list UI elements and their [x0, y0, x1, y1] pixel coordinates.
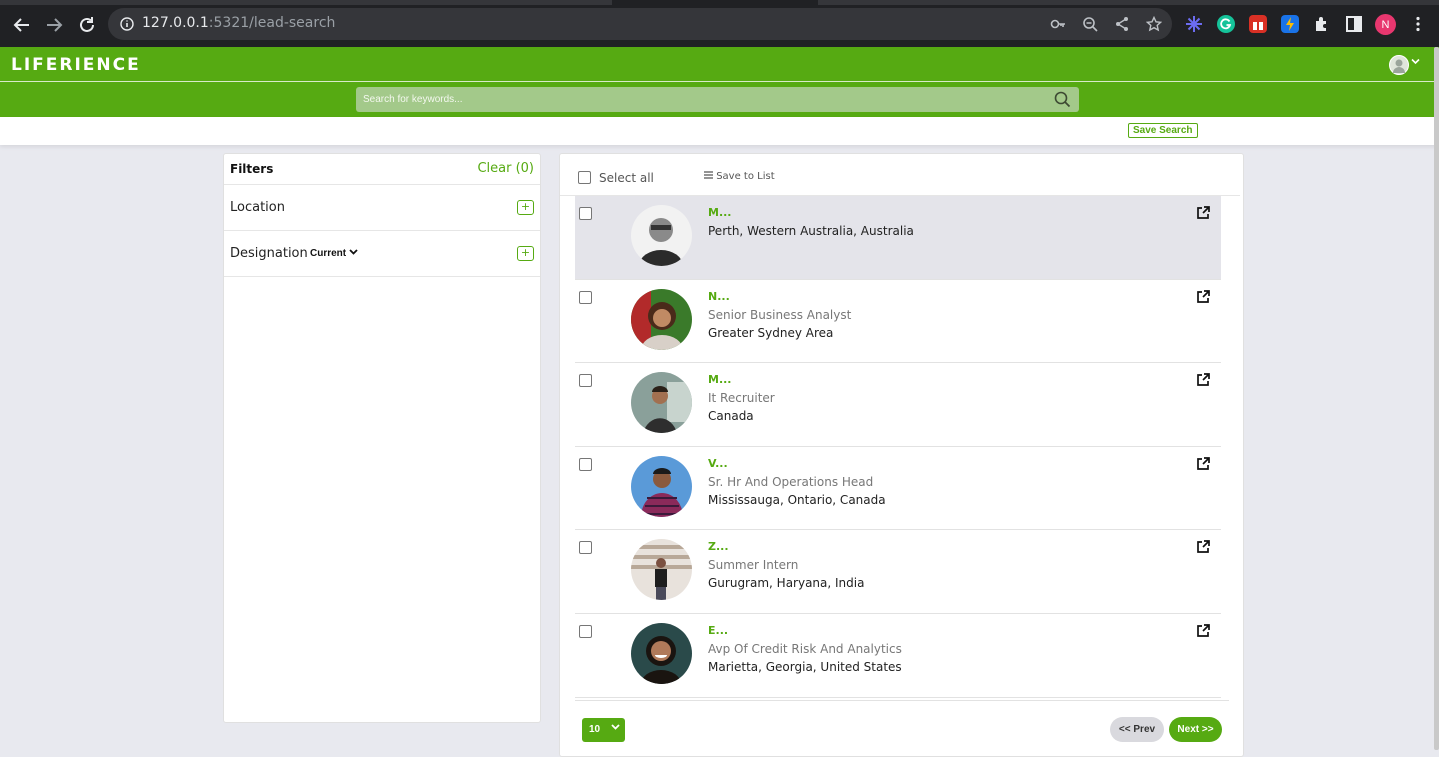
search-bar [356, 87, 1079, 112]
external-link-icon[interactable] [1195, 205, 1211, 221]
save-search-button[interactable]: Save Search [1128, 123, 1198, 138]
lead-photo [631, 205, 692, 266]
lead-name[interactable]: Z... [708, 540, 729, 553]
chevron-down-icon[interactable] [1411, 57, 1420, 69]
lead-name[interactable]: V... [708, 457, 728, 470]
active-tab[interactable] [612, 0, 818, 5]
chevron-down-icon [349, 249, 358, 255]
lead-name[interactable]: N... [708, 290, 730, 303]
add-designation-button[interactable]: + [517, 246, 534, 261]
lead-row[interactable]: M... Perth, Western Australia, Australia [575, 196, 1221, 280]
bookmark-star-icon[interactable] [1146, 16, 1162, 32]
lead-location: Gurugram, Haryana, India [708, 576, 865, 591]
external-link-icon[interactable] [1195, 539, 1211, 555]
lead-checkbox[interactable] [579, 541, 592, 555]
lead-checkbox[interactable] [579, 290, 592, 304]
lead-title: Summer Intern [708, 558, 799, 573]
lead-location: Greater Sydney Area [708, 325, 834, 340]
search-icon[interactable] [1054, 91, 1071, 108]
extensions-puzzle-icon[interactable] [1313, 15, 1331, 33]
lead-title: Senior Business Analyst [708, 307, 852, 322]
lead-title: It Recruiter [708, 391, 775, 406]
url-text[interactable]: 127.0.0.1:5321/lead-search [142, 15, 335, 31]
page-scrollbar[interactable] [1434, 47, 1439, 750]
lead-photo [631, 372, 692, 434]
prev-page-button[interactable]: << Prev [1110, 717, 1164, 742]
user-avatar[interactable] [1389, 55, 1409, 75]
lead-checkbox[interactable] [579, 624, 592, 638]
lead-checkbox[interactable] [579, 374, 592, 388]
select-all-label[interactable]: Select all [599, 171, 654, 185]
filters-title: Filters [230, 162, 274, 176]
results-panel: Select all Save to List M... Perth, West… [559, 153, 1244, 757]
more-menu-icon[interactable] [1409, 15, 1427, 33]
lead-name[interactable]: E... [708, 624, 728, 637]
external-link-icon[interactable] [1195, 456, 1211, 472]
action-bar: Save Search [0, 117, 1439, 145]
back-icon[interactable] [10, 13, 34, 37]
list-icon [704, 171, 713, 179]
lead-location: Canada [708, 409, 754, 424]
lead-location: Marietta, Georgia, United States [708, 659, 902, 674]
filters-header: Filters Clear (0) [224, 154, 540, 185]
select-all-checkbox[interactable] [578, 171, 591, 184]
brand-logo[interactable]: LIFERIENCE [11, 55, 141, 75]
lead-photo [631, 539, 692, 601]
extension-bolt-icon[interactable] [1281, 15, 1299, 33]
search-input[interactable] [356, 87, 1046, 112]
lead-row[interactable]: E... Avp Of Credit Risk And Analytics Ma… [575, 614, 1221, 698]
lead-photo [631, 455, 692, 517]
zoom-out-icon[interactable] [1082, 16, 1098, 32]
external-link-icon[interactable] [1195, 623, 1211, 639]
browser-toolbar: 127.0.0.1:5321/lead-search N [0, 0, 1439, 47]
profile-avatar[interactable]: N [1375, 14, 1396, 35]
results-header: Select all Save to List [560, 154, 1240, 196]
extension-gift-icon[interactable] [1249, 15, 1267, 33]
lead-title: Avp Of Credit Risk And Analytics [708, 641, 902, 656]
designation-select[interactable]: Current [310, 248, 358, 259]
pagination-divider [575, 700, 1229, 701]
lead-list: M... Perth, Western Australia, Australia… [575, 196, 1221, 698]
lead-location: Perth, Western Australia, Australia [708, 224, 914, 238]
grammarly-icon[interactable] [1217, 15, 1235, 33]
filter-location[interactable]: Location + [224, 185, 540, 231]
reload-icon[interactable] [75, 13, 99, 37]
key-icon[interactable] [1050, 16, 1066, 32]
site-info-icon[interactable] [120, 17, 134, 31]
external-link-icon[interactable] [1195, 372, 1211, 388]
lead-checkbox[interactable] [579, 457, 592, 471]
filter-designation-label: Designation [230, 246, 308, 261]
chevron-down-icon [611, 723, 620, 734]
lead-photo [631, 622, 692, 684]
lead-photo [631, 288, 692, 350]
per-page-select[interactable]: 10 [582, 718, 625, 742]
extension-sparkle-icon[interactable] [1185, 15, 1203, 33]
side-panel-icon[interactable] [1345, 15, 1363, 33]
lead-title: Sr. Hr And Operations Head [708, 474, 874, 489]
lead-row[interactable]: N... Senior Business Analyst Greater Syd… [575, 280, 1221, 364]
filter-location-label: Location [230, 200, 285, 215]
lead-name[interactable]: M... [708, 206, 731, 219]
external-link-icon[interactable] [1195, 289, 1211, 305]
lead-row[interactable]: V... Sr. Hr And Operations Head Mississa… [575, 447, 1221, 531]
lead-checkbox[interactable] [579, 207, 592, 220]
next-page-button[interactable]: Next >> [1169, 717, 1222, 742]
lead-row[interactable]: Z... Summer Intern Gurugram, Haryana, In… [575, 530, 1221, 614]
address-bar[interactable]: 127.0.0.1:5321/lead-search [108, 8, 1172, 40]
app-header: LIFERIENCE [0, 47, 1439, 117]
share-icon[interactable] [1114, 16, 1130, 32]
clear-filters-link[interactable]: Clear (0) [477, 161, 534, 176]
lead-row[interactable]: M... It Recruiter Canada [575, 363, 1221, 447]
lead-location: Mississauga, Ontario, Canada [708, 492, 886, 507]
add-location-button[interactable]: + [517, 200, 534, 215]
forward-icon[interactable] [42, 13, 66, 37]
save-to-list-button[interactable]: Save to List [704, 171, 775, 182]
lead-name[interactable]: M... [708, 373, 731, 386]
filters-panel: Filters Clear (0) Location + Designation… [223, 153, 541, 723]
filter-designation[interactable]: Designation Current + [224, 231, 540, 277]
header-divider [0, 81, 1439, 82]
